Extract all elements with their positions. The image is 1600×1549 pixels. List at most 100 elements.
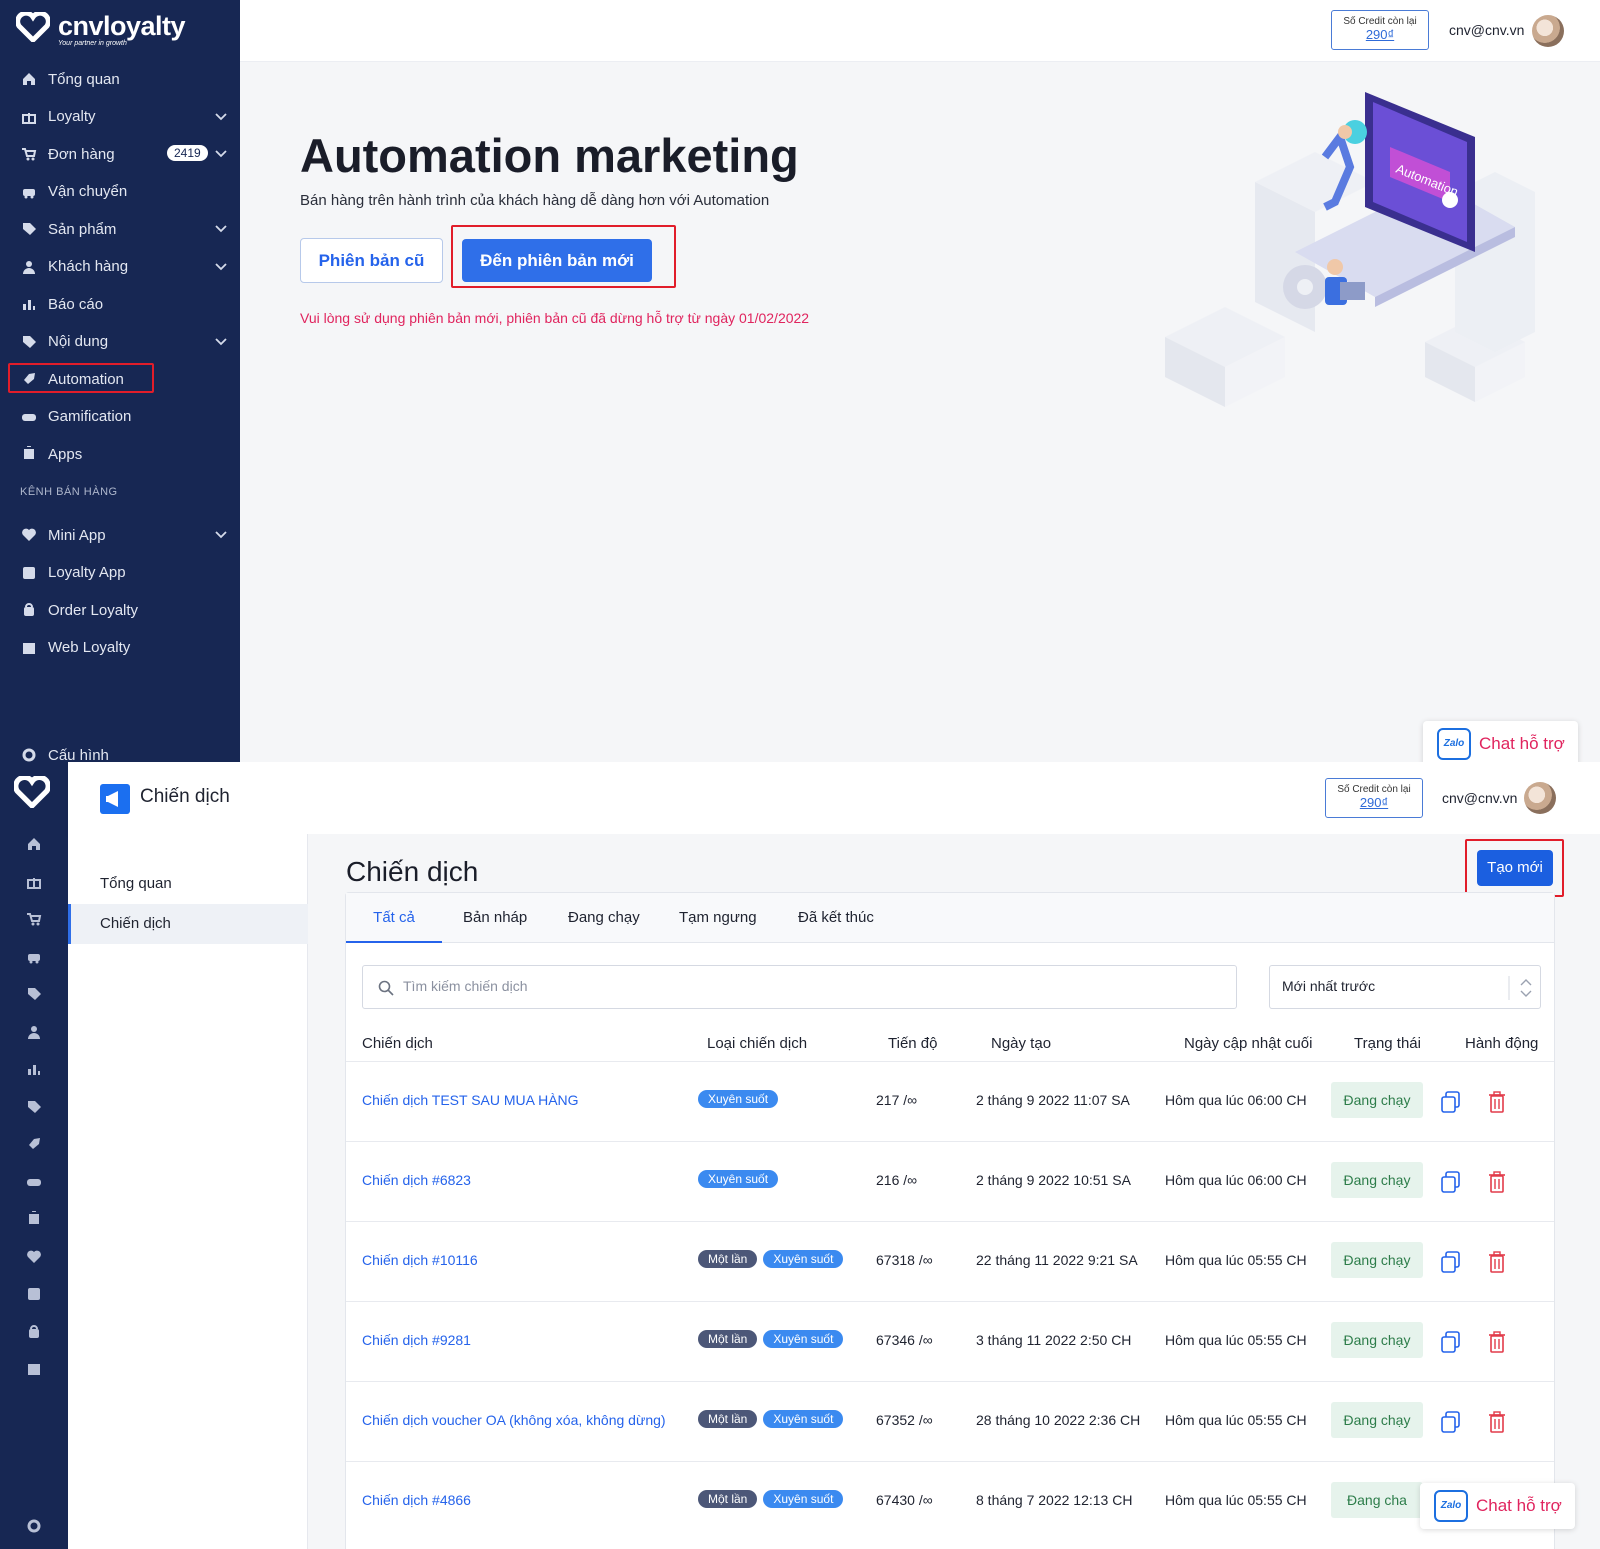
- avatar[interactable]: [1524, 782, 1556, 814]
- campaign-name-link[interactable]: Chiến dịch TEST SAU MUA HÀNG: [362, 1092, 579, 1108]
- trash-icon[interactable]: [1487, 1410, 1507, 1434]
- bag-icon[interactable]: [24, 1322, 44, 1342]
- column-header-progress[interactable]: Tiến độ: [888, 1035, 937, 1052]
- sort-select[interactable]: Mới nhất trước: [1269, 965, 1541, 1009]
- search-input[interactable]: Tìm kiếm chiến dịch: [362, 965, 1237, 1009]
- campaign-name-link[interactable]: Chiến dịch voucher OA (không xóa, không …: [362, 1412, 666, 1428]
- credit-value[interactable]: 290₫: [1332, 27, 1428, 42]
- tab-running[interactable]: Đang chạy: [568, 893, 640, 943]
- sidebar-item-order-loyalty[interactable]: Order Loyalty: [0, 593, 240, 627]
- chevron-down-icon[interactable]: [214, 221, 228, 235]
- campaign-name-link[interactable]: Chiến dịch #9281: [362, 1332, 471, 1348]
- sidebar-item-settings[interactable]: Cấu hình: [0, 738, 240, 762]
- tab-ended[interactable]: Đã kết thúc: [798, 893, 874, 943]
- table-row[interactable]: Chiến dịch voucher OA (không xóa, không …: [346, 1381, 1554, 1461]
- campaign-type-badge: Xuyên suốt: [763, 1490, 844, 1508]
- user-email[interactable]: cnv@cnv.vn: [1449, 22, 1524, 38]
- column-header-campaign[interactable]: Chiến dịch: [362, 1035, 433, 1052]
- campaign-name-link[interactable]: Chiến dịch #10116: [362, 1252, 478, 1268]
- column-header-status[interactable]: Trạng thái: [1354, 1035, 1421, 1052]
- sidebar-item-mini-app[interactable]: Mini App: [0, 518, 240, 552]
- chat-support-widget[interactable]: Zalo Chat hỗ trợ: [1420, 1483, 1575, 1529]
- car-icon: [20, 183, 38, 201]
- campaign-updated: Hôm qua lúc 06:00 CH: [1165, 1172, 1307, 1188]
- chevron-down-icon[interactable]: [214, 109, 228, 123]
- tab-draft[interactable]: Bản nháp: [463, 893, 527, 943]
- tag-icon[interactable]: [24, 1097, 44, 1117]
- column-header-actions[interactable]: Hành động: [1465, 1035, 1538, 1052]
- gift-icon[interactable]: [24, 872, 44, 892]
- table-row[interactable]: Chiến dịch #10116 Một lần Xuyên suốt 67318 …: [346, 1221, 1554, 1301]
- credit-balance[interactable]: Số Credit còn lại 290₫: [1325, 778, 1423, 818]
- puzzle-icon[interactable]: [24, 1209, 44, 1229]
- heart-logo-icon[interactable]: [14, 776, 50, 808]
- rocket-icon[interactable]: [24, 1134, 44, 1154]
- user-icon[interactable]: [24, 1022, 44, 1042]
- sidebar-item-san-pham[interactable]: Sản phẩm: [0, 212, 240, 246]
- sidebar-item-web-loyalty[interactable]: Web Loyalty: [0, 631, 240, 665]
- tab-all[interactable]: Tất cả: [346, 893, 442, 943]
- campaign-updated: Hôm qua lúc 05:55 CH: [1165, 1252, 1307, 1268]
- brand-tagline: Your partner in growth: [58, 40, 127, 47]
- table-row[interactable]: Chiến dịch #9281 Một lần Xuyên suốt 67346 /…: [346, 1301, 1554, 1381]
- highlight-create-button: [1465, 839, 1564, 897]
- table-row[interactable]: Chiến dịch #6823 Xuyên suốt 216 /∞ 2 tháng …: [346, 1141, 1554, 1221]
- store-icon[interactable]: [24, 1359, 44, 1379]
- campaign-name-link[interactable]: Chiến dịch #6823: [362, 1172, 471, 1188]
- chevron-down-icon[interactable]: [214, 527, 228, 541]
- campaign-progress: 67346 /∞: [876, 1332, 933, 1348]
- sidebar-item-van-chuyen[interactable]: Vận chuyển: [0, 175, 240, 209]
- logo[interactable]: cnvloyalty Your partner in growth: [16, 12, 186, 47]
- trash-icon[interactable]: [1487, 1170, 1507, 1194]
- duplicate-icon[interactable]: [1440, 1250, 1462, 1274]
- chevron-down-icon[interactable]: [214, 259, 228, 273]
- old-version-button[interactable]: Phiên bản cũ: [300, 238, 443, 283]
- home-icon[interactable]: [24, 834, 44, 854]
- duplicate-icon[interactable]: [1440, 1410, 1462, 1434]
- campaign-name-link[interactable]: Chiến dịch #4866: [362, 1492, 471, 1508]
- table-row[interactable]: Chiến dịch #4866 Một lần Xuyên suốt 67430 /…: [346, 1461, 1554, 1541]
- trash-icon[interactable]: [1487, 1250, 1507, 1274]
- duplicate-icon[interactable]: [1440, 1170, 1462, 1194]
- column-header-type[interactable]: Loại chiến dịch: [707, 1035, 807, 1052]
- car-icon[interactable]: [24, 947, 44, 967]
- sidebar-item-bao-cao[interactable]: Báo cáo: [0, 287, 240, 321]
- status-badge: Đang chạy: [1331, 1082, 1423, 1118]
- trash-icon[interactable]: [1487, 1090, 1507, 1114]
- heart-icon[interactable]: [24, 1247, 44, 1267]
- avatar[interactable]: [1532, 15, 1564, 47]
- sidebar-item-loyalty-app[interactable]: Loyalty App: [0, 556, 240, 590]
- sidebar-item-tong-quan[interactable]: Tổng quan: [0, 62, 240, 96]
- duplicate-icon[interactable]: [1440, 1090, 1462, 1114]
- trash-icon[interactable]: [1487, 1330, 1507, 1354]
- gamepad-icon[interactable]: [24, 1172, 44, 1192]
- tag-icon[interactable]: [24, 984, 44, 1004]
- duplicate-icon[interactable]: [1440, 1330, 1462, 1354]
- sidebar-item-noi-dung[interactable]: Nội dung: [0, 325, 240, 359]
- table-row[interactable]: Chiến dịch TEST SAU MUA HÀNG Xuyên suốt 21…: [346, 1061, 1554, 1141]
- sidebar-item-don-hang[interactable]: Đơn hàng 2419: [0, 137, 240, 171]
- subnav-item-campaigns[interactable]: Chiến dịch: [68, 904, 308, 944]
- sidebar-item-khach-hang[interactable]: Khách hàng: [0, 250, 240, 284]
- column-header-updated[interactable]: Ngày cập nhật cuối: [1184, 1035, 1312, 1052]
- column-header-created[interactable]: Ngày tạo: [991, 1035, 1051, 1052]
- credit-value[interactable]: 290₫: [1326, 795, 1422, 810]
- sidebar-item-loyalty[interactable]: Loyalty: [0, 100, 240, 134]
- campaign-type-badge: Một lần: [698, 1250, 758, 1268]
- chevron-down-icon[interactable]: [214, 334, 228, 348]
- subnav-item-overview[interactable]: Tổng quan: [68, 864, 308, 904]
- gear-icon[interactable]: [24, 1516, 44, 1536]
- sidebar-item-gamification[interactable]: Gamification: [0, 400, 240, 434]
- chat-support-widget[interactable]: Zalo Chat hỗ trợ: [1423, 721, 1578, 762]
- app-store-icon[interactable]: [24, 1284, 44, 1304]
- chart-icon[interactable]: [24, 1059, 44, 1079]
- credit-balance[interactable]: Số Credit còn lại 290₫: [1331, 10, 1429, 50]
- tab-paused[interactable]: Tạm ngưng: [679, 893, 757, 943]
- user-email[interactable]: cnv@cnv.vn: [1442, 790, 1517, 806]
- cart-icon[interactable]: [24, 909, 44, 929]
- chevron-down-icon[interactable]: [214, 146, 228, 160]
- campaign-type-badge: Một lần: [698, 1330, 758, 1348]
- campaign-created: 28 tháng 10 2022 2:36 CH: [976, 1412, 1141, 1428]
- sidebar-item-apps[interactable]: Apps: [0, 437, 240, 471]
- sidebar-item-label: Cấu hình: [48, 746, 109, 763]
